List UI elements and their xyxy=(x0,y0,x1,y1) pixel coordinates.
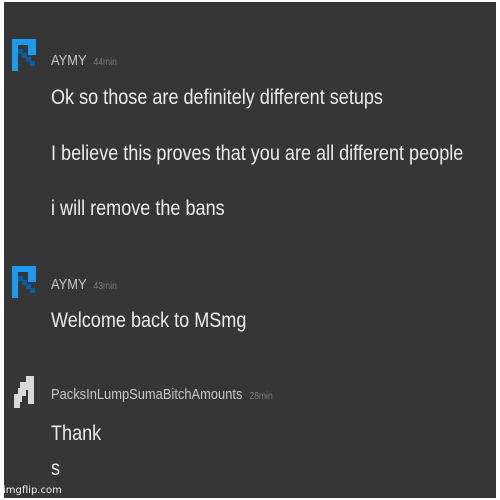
message-text: I believe this proves that you are all d… xyxy=(51,142,464,165)
chat-window: AYMY 44min Ok so those are definitely dif… xyxy=(4,2,496,498)
blue-pickaxe-icon xyxy=(12,39,36,71)
timestamp: 43min xyxy=(93,281,117,292)
watermark: imgflip.com xyxy=(3,485,62,496)
screenshot-frame: AYMY 44min Ok so those are definitely dif… xyxy=(0,0,500,500)
user-avatar[interactable] xyxy=(12,376,38,410)
username-text[interactable]: PacksInLumpSumaBitchAmounts xyxy=(51,386,242,403)
username-text[interactable]: AYMY xyxy=(51,276,87,293)
message-text: s xyxy=(51,457,61,480)
user-avatar[interactable] xyxy=(12,39,38,73)
username[interactable]: AYMY 43min xyxy=(51,276,117,293)
message-text: i will remove the bans xyxy=(51,197,225,220)
message-text: Thank xyxy=(51,422,102,445)
timestamp: 28min xyxy=(249,391,273,402)
timestamp: 44min xyxy=(93,57,117,68)
username-text[interactable]: AYMY xyxy=(51,52,87,69)
white-pixel-figure-icon xyxy=(14,376,34,408)
message-text: Welcome back to MSmg xyxy=(51,309,247,332)
username[interactable]: PacksInLumpSumaBitchAmounts 28min xyxy=(51,386,273,403)
blue-pickaxe-icon xyxy=(12,266,36,298)
user-avatar[interactable] xyxy=(12,266,38,300)
username[interactable]: AYMY 44min xyxy=(51,52,117,69)
message-text: Ok so those are definitely different set… xyxy=(51,86,383,109)
